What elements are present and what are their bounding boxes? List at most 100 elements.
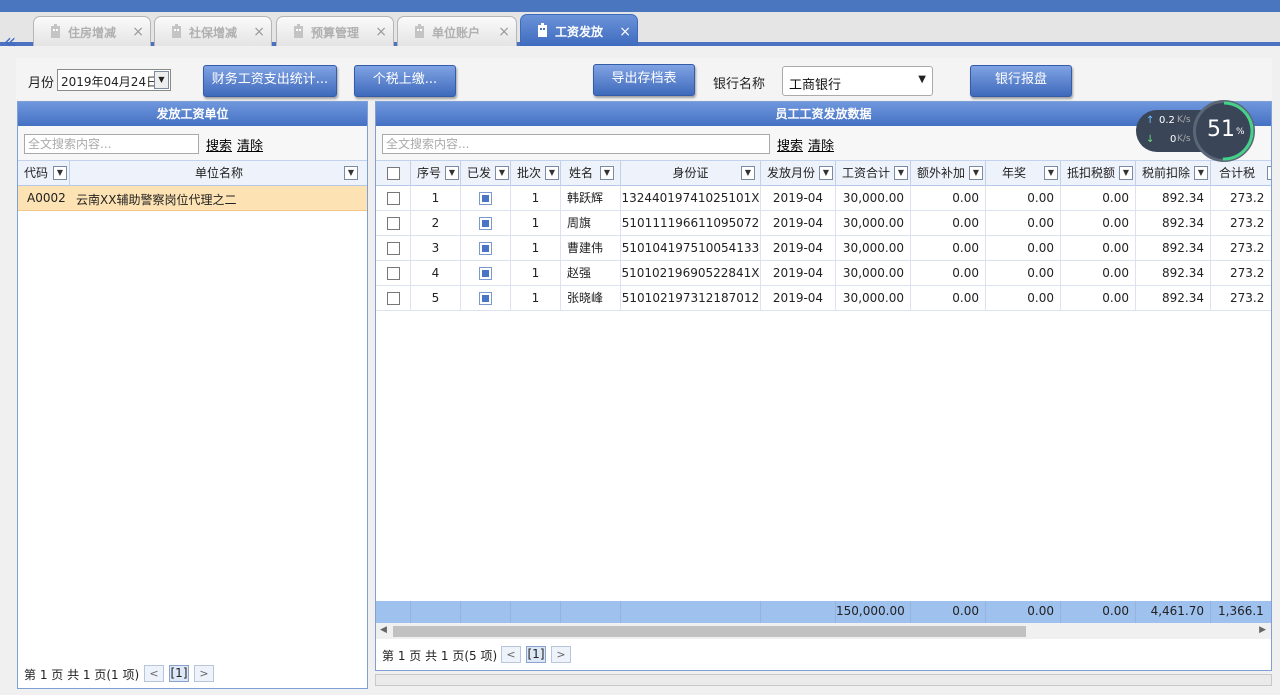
row-select-cell[interactable] <box>376 186 411 211</box>
column-filter-icon[interactable]: ▼ <box>1267 166 1271 180</box>
current-page[interactable]: [1] <box>169 665 189 682</box>
close-icon[interactable]: × <box>253 24 265 40</box>
right-clear-link[interactable]: 清除 <box>808 135 834 154</box>
col-header-salary-total[interactable]: 工资合计 ▼ <box>836 161 911 187</box>
prev-page-button[interactable]: < <box>144 665 164 682</box>
next-page-button[interactable]: > <box>194 665 214 682</box>
column-filter-icon[interactable]: ▼ <box>969 166 983 180</box>
column-filter-icon[interactable]: ▼ <box>1194 166 1208 180</box>
cell-paid <box>461 211 511 236</box>
window-top-band <box>0 0 1280 12</box>
table-row[interactable]: 3 1 曹建伟 510104197510054133 2019-04 30,00… <box>376 236 1271 261</box>
left-search-link[interactable]: 搜索 <box>206 135 232 154</box>
left-clear-link[interactable]: 清除 <box>237 135 263 154</box>
prev-page-button[interactable]: < <box>501 646 521 663</box>
bank-name-label: 银行名称 <box>713 77 766 92</box>
next-page-button[interactable]: > <box>551 646 571 663</box>
column-filter-icon[interactable]: ▼ <box>53 166 67 180</box>
footer-cell <box>511 601 561 623</box>
column-filter-icon[interactable]: ▼ <box>344 166 358 180</box>
cell-pretax: 892.34 <box>1136 186 1211 211</box>
column-filter-icon[interactable]: ▼ <box>819 166 833 180</box>
export-archive-button[interactable]: 导出存档表 <box>593 64 695 96</box>
bank-submit-button[interactable]: 银行报盘 <box>970 65 1072 97</box>
horizontal-scrollbar[interactable]: ◀ ▶ <box>376 623 1271 639</box>
table-row[interactable]: 5 1 张晓峰 510102197312187012 2019-04 30,00… <box>376 286 1271 311</box>
close-icon[interactable]: × <box>375 24 387 40</box>
left-search-input[interactable]: 全文搜索内容... <box>24 134 199 154</box>
right-search-input[interactable]: 全文搜索内容... <box>382 134 770 154</box>
tab-salary-payment[interactable]: 工资发放 × <box>520 14 638 46</box>
row-checkbox[interactable] <box>387 292 400 305</box>
cell-batch: 1 <box>511 286 561 311</box>
cell-no: 5 <box>411 286 461 311</box>
col-header-name[interactable]: 姓名 ▼ <box>561 161 621 187</box>
tax-payment-button[interactable]: 个税上缴... <box>354 65 456 97</box>
col-header-no[interactable]: 序号 ▼ <box>411 161 461 187</box>
column-filter-icon[interactable]: ▼ <box>894 166 908 180</box>
row-select-cell[interactable] <box>376 261 411 286</box>
footer-cell <box>461 601 511 623</box>
memory-usage-gauge[interactable]: 51 % <box>1193 100 1255 162</box>
table-row[interactable]: 4 1 赵强 51010219690522841X 2019-04 30,000… <box>376 261 1271 286</box>
month-date-input[interactable]: 2019年04月24日 ▼ <box>57 69 171 91</box>
calendar-dropdown-icon[interactable]: ▼ <box>154 71 169 89</box>
column-filter-icon[interactable]: ▼ <box>1044 166 1058 180</box>
close-icon[interactable]: × <box>619 24 631 40</box>
collapse-sidebar-icon[interactable]: « <box>4 31 26 53</box>
bank-select[interactable]: 工商银行 ▼ <box>782 66 933 96</box>
column-filter-icon[interactable]: ▼ <box>545 166 559 180</box>
scrollbar-thumb[interactable] <box>393 626 1026 637</box>
row-checkbox[interactable] <box>387 242 400 255</box>
row-checkbox[interactable] <box>387 267 400 280</box>
row-checkbox[interactable] <box>387 217 400 230</box>
col-header-batch[interactable]: 批次 ▼ <box>511 161 561 187</box>
column-filter-icon[interactable]: ▼ <box>600 166 614 180</box>
tab-unit-account[interactable]: 单位账户 × <box>397 16 517 46</box>
scroll-right-icon[interactable]: ▶ <box>1259 625 1266 635</box>
cell-tax: 273.2 <box>1211 236 1271 261</box>
tab-social-security[interactable]: 社保增减 × <box>154 16 272 46</box>
cell-extra: 0.00 <box>911 286 986 311</box>
salary-stats-button[interactable]: 财务工资支出统计... <box>203 65 337 97</box>
col-header-pretax-deduct[interactable]: 税前扣除 ▼ <box>1136 161 1211 187</box>
row-checkbox[interactable] <box>387 192 400 205</box>
tab-budget[interactable]: 预算管理 × <box>276 16 394 46</box>
column-filter-icon[interactable]: ▼ <box>1119 166 1133 180</box>
col-header-deduct-tax[interactable]: 抵扣税额 ▼ <box>1061 161 1136 187</box>
select-all-checkbox[interactable] <box>387 167 400 180</box>
scroll-left-icon[interactable]: ◀ <box>380 625 387 635</box>
col-header-select-all[interactable] <box>376 161 411 187</box>
cell-id-card: 13244019741025101X <box>621 186 761 211</box>
col-header-paid[interactable]: 已发 ▼ <box>461 161 511 187</box>
col-header-unit-name[interactable]: 单位名称 ▼ <box>70 161 368 187</box>
cell-tax: 273.2 <box>1211 186 1271 211</box>
column-filter-icon[interactable]: ▼ <box>445 166 459 180</box>
upload-unit: K/s <box>1177 115 1191 125</box>
col-header-bonus[interactable]: 年奖 ▼ <box>986 161 1061 187</box>
col-header-total-tax[interactable]: 合计税 ▼ <box>1211 161 1271 187</box>
close-icon[interactable]: × <box>132 24 144 40</box>
footer-extra: 0.00 <box>911 601 986 623</box>
column-filter-icon[interactable]: ▼ <box>741 166 755 180</box>
table-row[interactable]: 2 1 周旗 510111196611095072 2019-04 30,000… <box>376 211 1271 236</box>
col-header-extra[interactable]: 额外补加 ▼ <box>911 161 986 187</box>
col-header-id-card[interactable]: 身份证 ▼ <box>621 161 761 187</box>
table-row[interactable]: A0002 云南XX辅助警察岗位代理之二 <box>18 186 367 211</box>
tab-housing[interactable]: 住房增减 × <box>33 16 151 46</box>
current-page[interactable]: [1] <box>526 646 546 663</box>
cell-name: 周旗 <box>561 211 621 236</box>
right-search-link[interactable]: 搜索 <box>777 135 803 154</box>
col-header-code[interactable]: 代码 ▼ <box>18 161 70 187</box>
col-header-label: 额外补加 <box>917 166 966 180</box>
row-select-cell[interactable] <box>376 211 411 236</box>
close-icon[interactable]: × <box>498 24 510 40</box>
table-row[interactable]: 1 1 韩跃辉 13244019741025101X 2019-04 30,00… <box>376 186 1271 211</box>
row-select-cell[interactable] <box>376 236 411 261</box>
column-filter-icon[interactable]: ▼ <box>495 166 509 180</box>
footer-bonus: 0.00 <box>986 601 1061 623</box>
building-icon <box>538 23 547 37</box>
row-select-cell[interactable] <box>376 286 411 311</box>
tab-label: 住房增减 <box>68 26 117 40</box>
col-header-pay-month[interactable]: 发放月份 ▼ <box>761 161 836 187</box>
